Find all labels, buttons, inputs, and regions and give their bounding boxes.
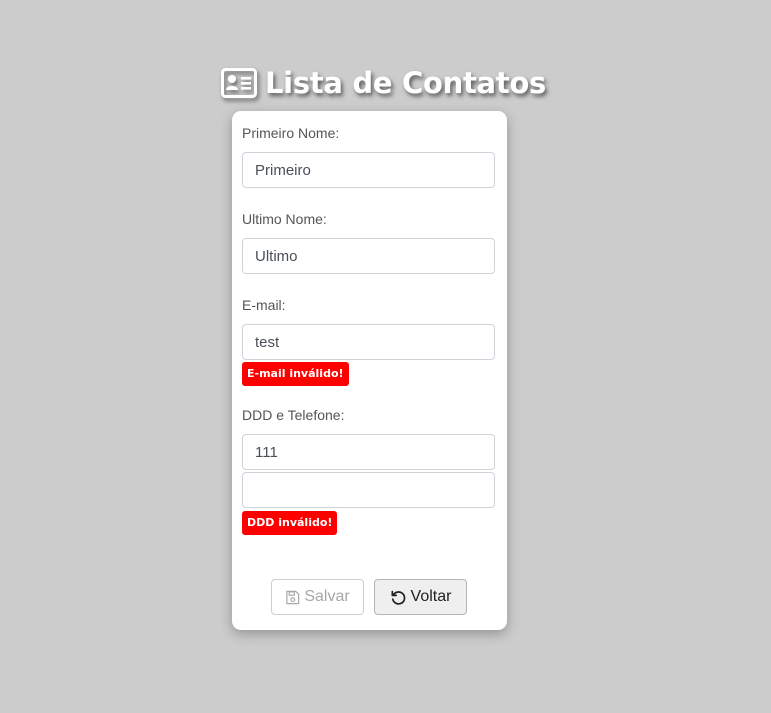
first-name-label: Primeiro Nome: bbox=[242, 125, 340, 141]
page-title-text: Lista de Contatos bbox=[265, 66, 546, 100]
ddd-error-badge: DDD inválido! bbox=[242, 511, 338, 535]
back-button[interactable]: Voltar bbox=[374, 579, 467, 615]
phone-label: DDD e Telefone: bbox=[242, 407, 345, 423]
floppy-disk-icon bbox=[285, 590, 300, 605]
back-button-label: Voltar bbox=[410, 588, 452, 605]
last-name-input[interactable] bbox=[242, 238, 495, 274]
email-input[interactable] bbox=[242, 324, 495, 360]
contact-form-card: Primeiro Nome: Ultimo Nome: E-mail: E-ma… bbox=[232, 111, 507, 630]
page-title: Lista de Contatos bbox=[221, 62, 546, 104]
save-button[interactable]: Salvar bbox=[271, 579, 364, 615]
phone-number-input[interactable] bbox=[242, 472, 495, 508]
last-name-label: Ultimo Nome: bbox=[242, 211, 327, 227]
page: Lista de Contatos Primeiro Nome: Ultimo … bbox=[0, 0, 771, 713]
save-button-label: Salvar bbox=[304, 588, 350, 605]
email-error-badge: E-mail inválido! bbox=[242, 362, 349, 386]
undo-arrow-icon bbox=[390, 589, 407, 606]
email-label: E-mail: bbox=[242, 297, 286, 313]
first-name-input[interactable] bbox=[242, 152, 495, 188]
contact-card-icon bbox=[221, 68, 257, 98]
ddd-input[interactable] bbox=[242, 434, 495, 470]
